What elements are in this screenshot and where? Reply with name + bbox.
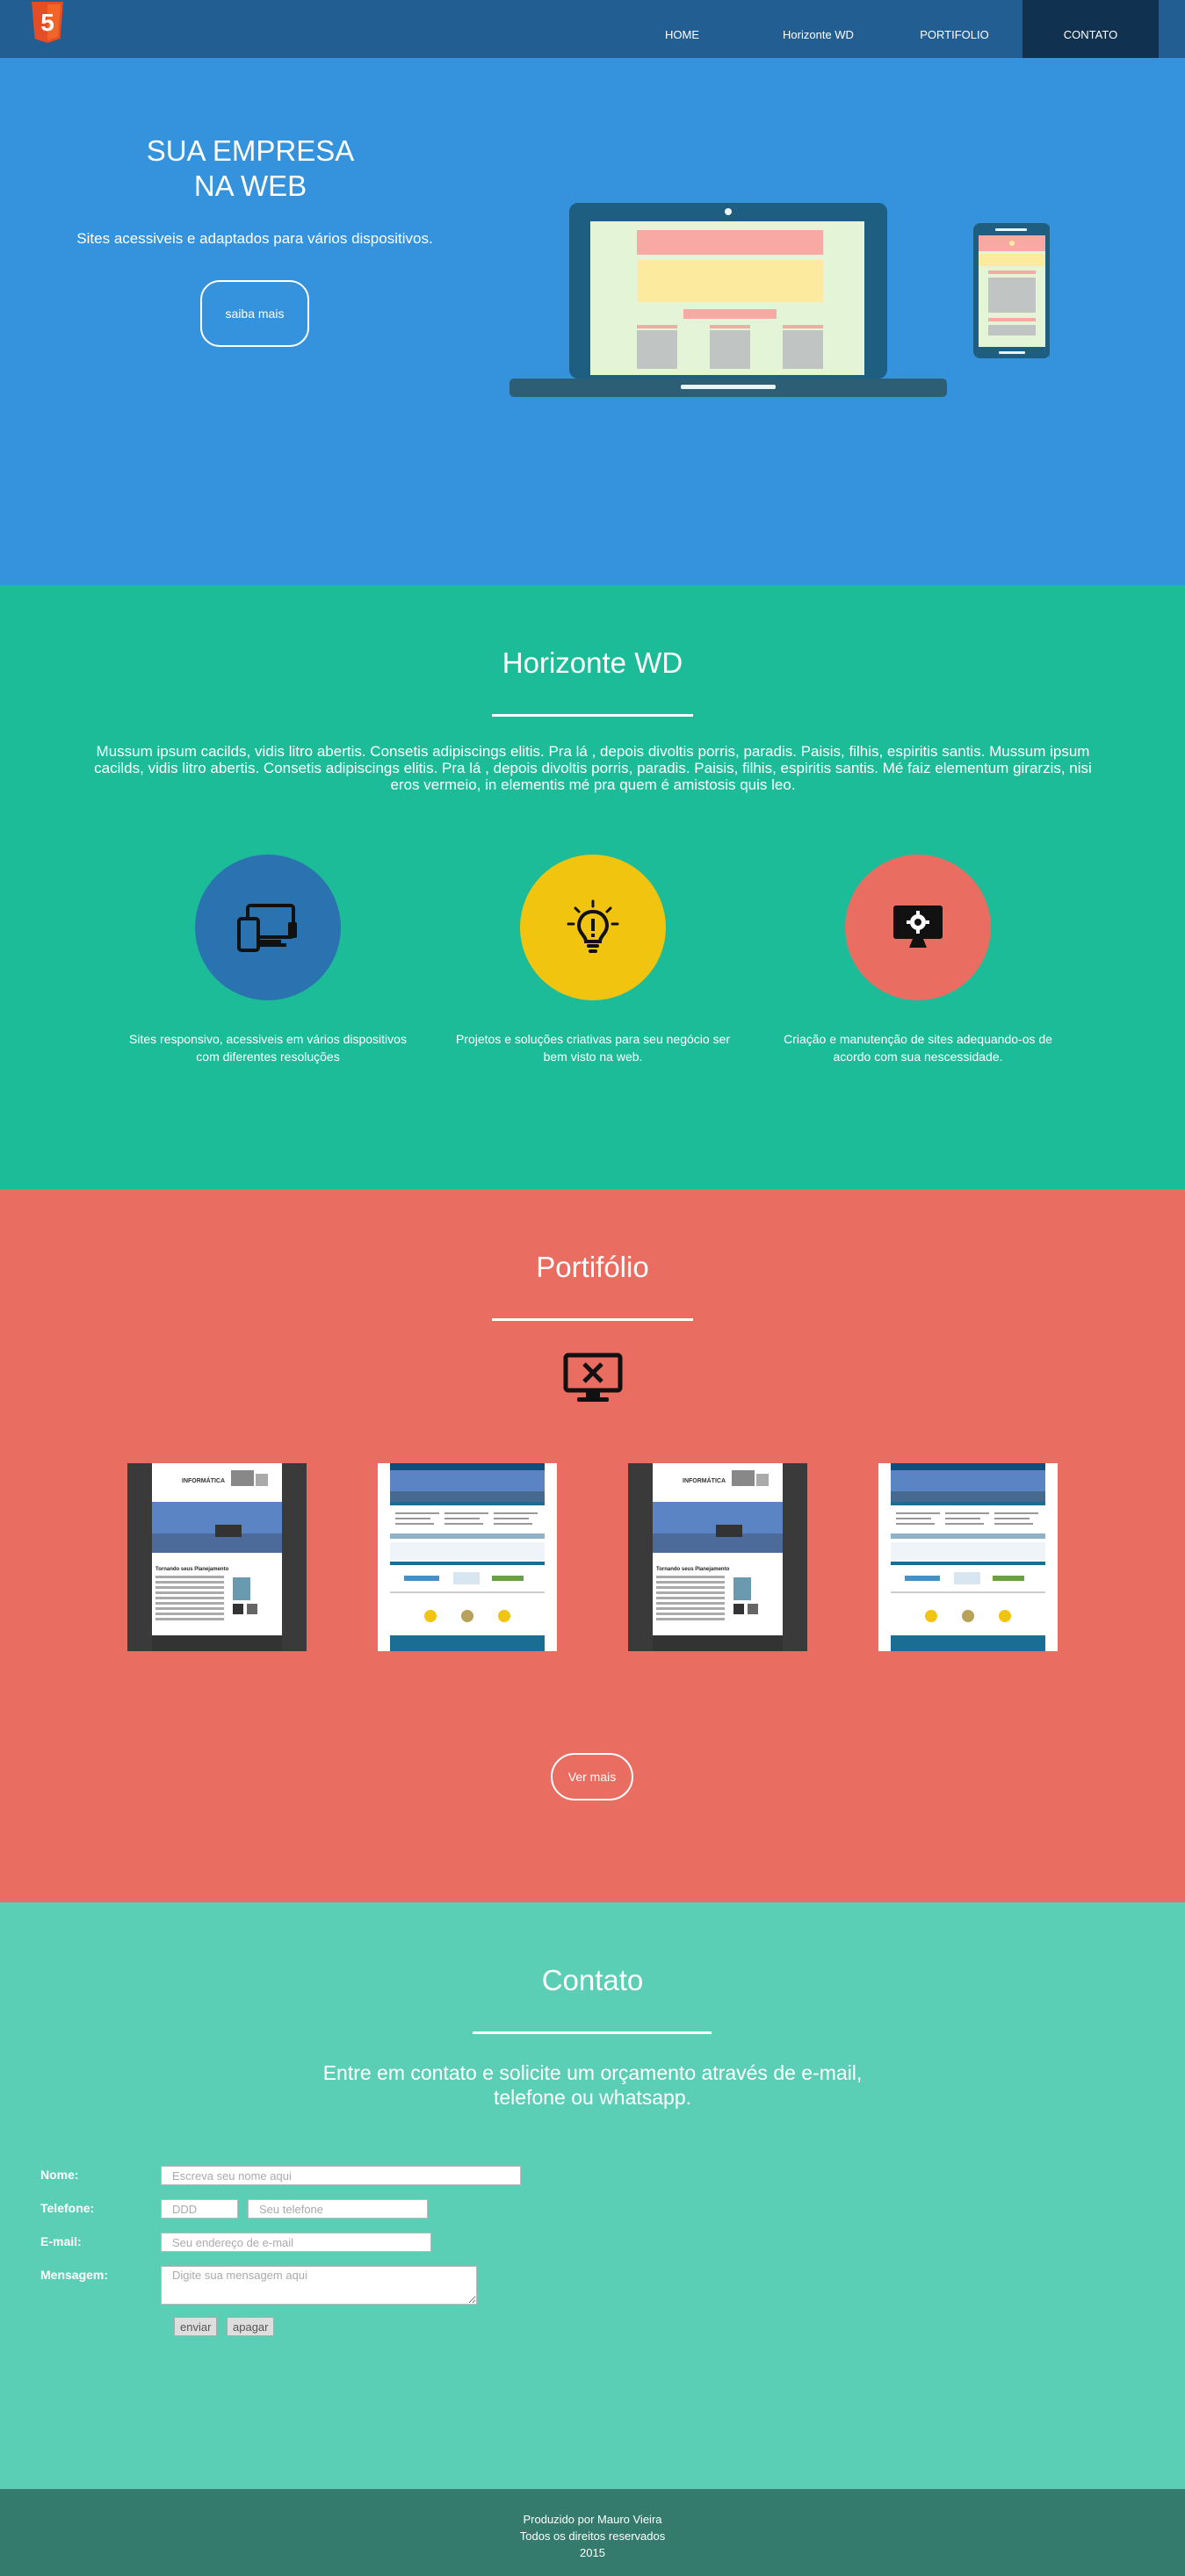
- site-preview: INFORMÁTICA Tornando seus Planejamento: [628, 1463, 807, 1651]
- section-title: Portifólio: [536, 1251, 649, 1283]
- email-input[interactable]: [161, 2233, 431, 2252]
- main-nav: HOME Horizonte WD PORTIFOLIO CONTATO: [614, 0, 1159, 58]
- feature-text: Sites responsivo, acessiveis em vários d…: [129, 1032, 407, 1064]
- feature-circle: [520, 855, 666, 1000]
- svg-text:Tornando seus Planejamento: Tornando seus Planejamento: [155, 1567, 229, 1572]
- hero-section: SUA EMPRESA NA WEB Sites acessiveis e ad…: [0, 58, 1185, 585]
- message-label: Mensagem:: [40, 2268, 109, 2282]
- phone-input[interactable]: [248, 2199, 428, 2219]
- devices-icon: [237, 904, 297, 952]
- portfolio-thumb[interactable]: [878, 1463, 1058, 1651]
- footer-credit: Produzido por Mauro Vieira: [523, 2513, 662, 2526]
- section-title: Contato: [541, 1964, 644, 1996]
- about-text: Mussum ipsum cacilds, vidis litro aberti…: [94, 743, 1092, 793]
- nav-home[interactable]: HOME: [614, 0, 750, 58]
- title-divider: [473, 2031, 712, 2034]
- ver-mais-button[interactable]: Ver mais: [551, 1753, 633, 1800]
- footer: Produzido por Mauro Vieira Todos os dire…: [0, 2489, 1185, 2576]
- portfolio-thumb[interactable]: [378, 1463, 557, 1651]
- footer-rights: Todos os direitos reservados: [519, 2529, 666, 2543]
- section-title: Horizonte WD: [502, 646, 683, 679]
- feature-text: Projetos e soluções criativas para seu n…: [455, 1032, 731, 1064]
- email-label: E-mail:: [40, 2234, 82, 2248]
- svg-text:INFORMÁTICA: INFORMÁTICA: [683, 1476, 726, 1484]
- lightbulb-icon: [567, 899, 619, 953]
- feature-responsive: Sites responsivo, acessiveis em vários d…: [110, 855, 426, 1065]
- phone-label: Telefone:: [40, 2201, 95, 2215]
- horizonte-wd-section: Horizonte WD Mussum ipsum cacilds, vidis…: [0, 585, 1185, 1189]
- footer-year: 2015: [580, 2546, 605, 2559]
- nav-contato[interactable]: CONTATO: [1022, 0, 1159, 58]
- svg-text:5: 5: [40, 9, 54, 36]
- feature-creative: Projetos e soluções criativas para seu n…: [435, 855, 751, 1065]
- title-divider: [492, 714, 693, 717]
- svg-text:Tornando seus Planejamento: Tornando seus Planejamento: [656, 1567, 730, 1572]
- contact-subtitle: Entre em contato e solicite um orçamento…: [322, 2061, 863, 2109]
- feature-circle: [195, 855, 341, 1000]
- svg-text:INFORMÁTICA: INFORMÁTICA: [182, 1476, 225, 1484]
- devices-illustration: [509, 203, 1050, 397]
- monitor-x-icon: [563, 1353, 623, 1402]
- hero-subtitle: Sites acessiveis e adaptados para vários…: [76, 230, 433, 247]
- portfolio-section: Portifólio INFORMÁTICA Tornando seus Pla…: [0, 1189, 1185, 1902]
- feature-circle: [845, 855, 991, 1000]
- message-textarea[interactable]: [161, 2266, 477, 2305]
- portfolio-thumb[interactable]: INFORMÁTICA Tornando seus Planejamento: [127, 1463, 307, 1651]
- feature-maintenance: Criação e manutenção de sites adequando-…: [760, 855, 1076, 1065]
- send-button[interactable]: enviar: [174, 2317, 218, 2336]
- site-preview: [378, 1463, 557, 1651]
- title-divider: [492, 1318, 693, 1321]
- clear-button[interactable]: apagar: [227, 2317, 275, 2336]
- name-input[interactable]: [161, 2166, 521, 2185]
- site-preview: [878, 1463, 1058, 1651]
- phone-illustration: [973, 223, 1050, 358]
- portfolio-thumb[interactable]: INFORMÁTICA Tornando seus Planejamento: [628, 1463, 807, 1651]
- nav-portfolio[interactable]: PORTIFOLIO: [886, 0, 1022, 58]
- feature-text: Criação e manutenção de sites adequando-…: [784, 1032, 1052, 1064]
- ddd-input[interactable]: [161, 2199, 238, 2219]
- monitor-gear-icon: [893, 906, 943, 948]
- top-navbar: 5 HOME Horizonte WD PORTIFOLIO CONTATO: [0, 0, 1185, 58]
- html5-logo-icon[interactable]: 5: [30, 2, 65, 44]
- site-preview: INFORMÁTICA Tornando seus Planejamento: [127, 1463, 307, 1651]
- name-label: Nome:: [40, 2168, 79, 2182]
- hero-title: SUA EMPRESA NA WEB: [146, 134, 355, 202]
- saiba-mais-button[interactable]: saiba mais: [200, 280, 309, 347]
- nav-horizonte-wd[interactable]: Horizonte WD: [750, 0, 886, 58]
- contato-section: Contato Entre em contato e solicite um o…: [0, 1902, 1185, 2489]
- laptop-illustration: [509, 203, 947, 397]
